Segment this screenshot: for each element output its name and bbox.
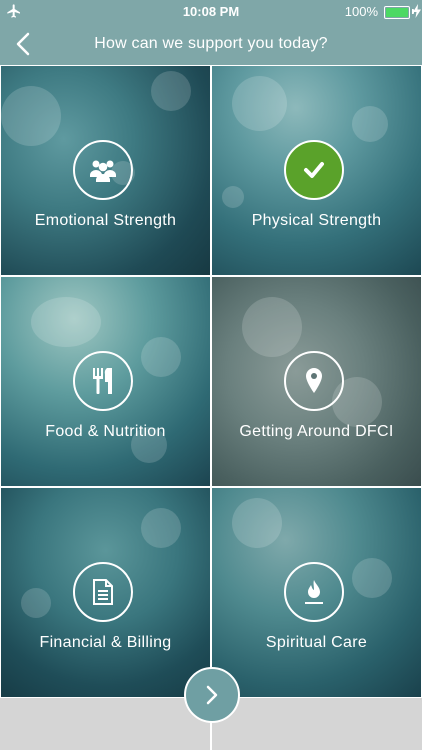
tile-label: Getting Around DFCI <box>239 423 394 440</box>
tile-label: Emotional Strength <box>34 212 177 229</box>
tile-label: Financial & Billing <box>39 634 172 651</box>
tile-label: Spiritual Care <box>265 634 368 651</box>
tile-food-nutrition[interactable]: Food & Nutrition <box>1 277 210 486</box>
battery-percent: 100% <box>344 4 378 19</box>
tile-label: Physical Strength <box>251 212 382 229</box>
icon-circle <box>73 140 133 200</box>
tile-emotional-strength[interactable]: Emotional Strength <box>1 66 210 275</box>
icon-circle <box>284 351 344 411</box>
icon-circle <box>284 140 344 200</box>
charging-bolt-icon <box>413 4 421 18</box>
battery-icon <box>384 6 410 19</box>
chevron-right-icon <box>206 685 218 705</box>
next-button[interactable] <box>184 667 240 723</box>
icon-circle <box>284 562 344 622</box>
tile-getting-around[interactable]: Getting Around DFCI <box>212 277 421 486</box>
fork-knife-icon <box>93 368 112 394</box>
map-pin-icon <box>306 368 322 393</box>
checkmark-icon <box>304 162 324 178</box>
icon-circle <box>73 562 133 622</box>
tile-physical-strength[interactable]: Physical Strength <box>212 66 421 275</box>
nav-header: How can we support you today? <box>0 24 422 65</box>
support-category-grid: Emotional Strength Physical Strength Foo… <box>0 65 422 698</box>
flame-icon <box>305 580 323 604</box>
people-icon <box>90 160 116 182</box>
document-icon <box>93 579 113 605</box>
tile-label: Food & Nutrition <box>45 423 166 440</box>
page-title: How can we support you today? <box>94 35 328 52</box>
icon-circle <box>73 351 133 411</box>
status-bar: 10:08 PM 100% <box>0 0 422 24</box>
tile-financial-billing[interactable]: Financial & Billing <box>1 488 210 697</box>
tile-spiritual-care[interactable]: Spiritual Care <box>212 488 421 697</box>
